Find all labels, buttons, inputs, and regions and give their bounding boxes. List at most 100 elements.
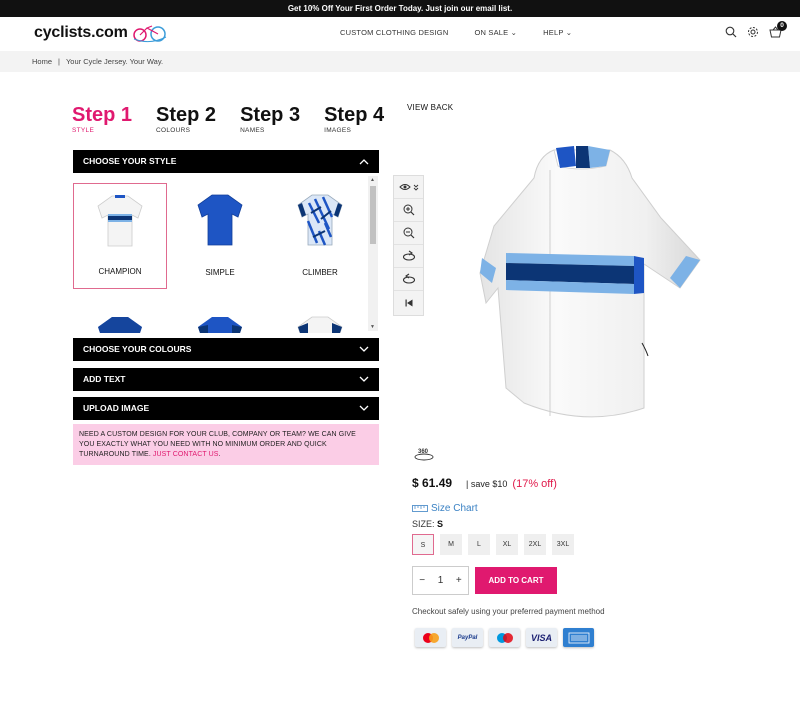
size-heading: SIZE: S [412, 519, 443, 529]
add-to-cart-button[interactable]: ADD TO CART [475, 567, 557, 594]
chevron-down-icon [359, 405, 369, 411]
scrollbar-thumb[interactable] [370, 186, 376, 244]
price-row: $ 61.49 | save $10 (17% off) [412, 476, 557, 490]
style-option-5[interactable] [173, 305, 267, 333]
zoom-in-button[interactable] [394, 199, 423, 222]
step-title: Step 4 [324, 104, 385, 126]
jersey-climber-thumbnail [297, 194, 343, 246]
scroll-down-arrow-icon[interactable]: ▼ [370, 324, 375, 330]
maestro-logo [496, 632, 513, 643]
eye-icon [398, 184, 418, 191]
custom-design-promo: NEED A CUSTOM DESIGN FOR YOUR CLUB, COMP… [73, 424, 379, 465]
tab-step-2[interactable]: Step 2 COLOURS [156, 104, 216, 135]
selected-size-value: S [437, 519, 444, 529]
tab-step-4[interactable]: Step 4 IMAGES [324, 104, 384, 135]
jersey-champion-thumbnail [97, 195, 143, 247]
step-subtitle: STYLE [72, 127, 95, 134]
accordion-add-text[interactable]: ADD TEXT [73, 368, 379, 391]
paypal-label: PayPal [457, 634, 478, 641]
nav-custom-clothing[interactable]: CUSTOM CLOTHING DESIGN [340, 28, 448, 37]
size-selector: S M L XL 2XL 3XL [412, 534, 574, 555]
visa-label: VISA [530, 632, 552, 643]
breadcrumb-separator: | [58, 57, 60, 66]
chevron-down-icon [359, 346, 369, 352]
style-label: CHAMPION [98, 267, 142, 276]
discount-percent: (17% off) [512, 478, 557, 490]
accordion-label: ADD TEXT [83, 374, 126, 384]
style-option-simple[interactable]: SIMPLE [173, 183, 267, 289]
gear-icon[interactable] [747, 26, 759, 38]
site-logo[interactable]: cyclists.com [34, 23, 170, 43]
accordion-label: CHOOSE YOUR STYLE [83, 156, 177, 166]
style-panel-scrollbar[interactable]: ▲ ▼ [368, 176, 378, 331]
payment-methods: PayPal VISA [415, 628, 594, 647]
promo-topbar: Get 10% Off Your First Order Today. Just… [0, 0, 800, 17]
accordion-choose-style[interactable]: CHOOSE YOUR STYLE [73, 150, 379, 173]
zoom-out-button[interactable] [394, 222, 423, 245]
cart-count-badge: 0 [777, 21, 787, 31]
style-option-6[interactable] [273, 305, 367, 333]
accordion-upload-image[interactable]: UPLOAD IMAGE [73, 397, 379, 420]
rotate-left-button[interactable] [394, 268, 423, 291]
tab-step-3[interactable]: Step 3 NAMES [240, 104, 300, 135]
breadcrumb: Home | Your Cycle Jersey. Your Way. [0, 51, 800, 72]
step-title: Step 3 [240, 104, 301, 126]
mastercard-icon [415, 628, 446, 647]
reset-view-button[interactable] [394, 291, 423, 314]
nav-help[interactable]: HELP ⌄ [543, 28, 572, 37]
size-option-3xl[interactable]: 3XL [552, 534, 574, 555]
nav-help-label: HELP [543, 28, 564, 37]
nav-on-sale[interactable]: ON SALE ⌄ [474, 28, 517, 37]
contact-us-link[interactable]: JUST CONTACT US [153, 451, 219, 458]
view-back-button[interactable]: VIEW BACK [407, 103, 453, 112]
chevron-up-icon [359, 159, 369, 165]
increment-button[interactable]: + [456, 575, 462, 586]
maestro-icon [489, 628, 520, 647]
size-option-2xl[interactable]: 2XL [524, 534, 546, 555]
skip-back-icon [405, 299, 412, 306]
scroll-up-arrow-icon[interactable]: ▲ [370, 177, 375, 183]
style-label: CLIMBER [302, 268, 338, 277]
step-title: Step 2 [156, 104, 217, 126]
main-nav: CUSTOM CLOTHING DESIGN ON SALE ⌄ HELP ⌄ [340, 28, 598, 37]
amex-icon [563, 628, 594, 647]
quantity-value[interactable]: 1 [438, 575, 444, 586]
chevron-down-icon [359, 376, 369, 382]
paypal-icon: PayPal [452, 628, 483, 647]
step-subtitle: NAMES [240, 127, 265, 134]
size-chart-link[interactable]: Size Chart [412, 503, 478, 514]
accordion-choose-colours[interactable]: CHOOSE YOUR COLOURS [73, 338, 379, 361]
style-option-champion[interactable]: CHAMPION [73, 183, 167, 289]
size-option-m[interactable]: M [440, 534, 462, 555]
size-option-l[interactable]: L [468, 534, 490, 555]
jersey-thumbnail [297, 316, 343, 333]
size-option-s[interactable]: S [412, 534, 434, 555]
viewer-toolbar [393, 175, 424, 316]
decrement-button[interactable]: − [419, 575, 425, 586]
style-option-climber[interactable]: CLIMBER [273, 183, 367, 289]
mastercard-logo [422, 632, 439, 643]
size-option-xl[interactable]: XL [496, 534, 518, 555]
jersey-thumbnail [98, 317, 142, 333]
zoom-in-icon [403, 204, 414, 216]
savings-text: | save $10 [466, 479, 508, 489]
visa-icon: VISA [526, 628, 557, 647]
product-price: $ 61.49 [412, 476, 453, 490]
breadcrumb-home[interactable]: Home [32, 57, 52, 66]
size-label-text: SIZE: [412, 519, 435, 529]
rotate-right-button[interactable] [394, 245, 423, 268]
ruler-icon [412, 505, 428, 512]
logo-text: cyclists.com [34, 24, 128, 41]
nav-on-sale-label: ON SALE [474, 28, 509, 37]
promo-text-end: . [218, 451, 221, 458]
visibility-toggle[interactable] [394, 176, 423, 199]
rotate-360-icon[interactable]: 360 [413, 449, 435, 463]
jersey-3d-preview[interactable] [476, 138, 704, 423]
jersey-thumbnail [198, 317, 242, 333]
search-icon[interactable] [725, 26, 737, 38]
jersey-simple-thumbnail [197, 194, 243, 246]
style-option-4[interactable] [73, 305, 167, 333]
chevron-down-icon: ⌄ [565, 28, 573, 37]
tab-step-1[interactable]: Step 1 STYLE [72, 104, 132, 135]
cart-button[interactable]: 0 [769, 21, 787, 38]
